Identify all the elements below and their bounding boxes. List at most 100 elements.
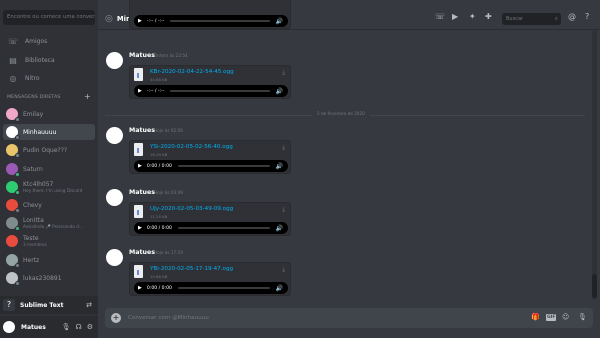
dm-avatar [6, 199, 20, 213]
author-avatar[interactable] [106, 127, 123, 144]
volume-icon[interactable]: 🔊 [276, 18, 283, 25]
audio-player: ▶ 0:00 / 0:00 🔊 [134, 160, 288, 172]
play-icon[interactable]: ▶ [138, 285, 142, 291]
help-icon[interactable]: ? [585, 12, 589, 21]
at-mention-icon: ◎ [105, 13, 113, 24]
video-call-icon[interactable]: ▶ [452, 12, 458, 21]
settings-gear-icon[interactable]: ⚙ [87, 323, 93, 331]
gif-button[interactable]: GIF [546, 314, 557, 321]
playback-track[interactable] [170, 90, 270, 92]
dm-item[interactable]: Teste 3 membros [3, 233, 95, 249]
add-dm-icon[interactable]: + [84, 92, 91, 101]
upload-plus-icon[interactable]: + [111, 313, 121, 323]
dm-item[interactable]: Ktc4lh057 Hey there, I'm using Discord [3, 179, 95, 195]
status-dot-icon [15, 190, 20, 195]
nav-library[interactable]: ▤ Biblioteca [0, 52, 98, 68]
nav-friends[interactable]: ☏ Amigos [0, 33, 98, 49]
dm-avatar [6, 272, 20, 286]
attachment-filename[interactable]: UJy-2020-02-05-03-49-09.ogg [150, 206, 233, 212]
voice-call-icon[interactable]: ☏ [435, 12, 445, 21]
dm-item[interactable]: Emilay [3, 106, 95, 122]
dm-item[interactable]: Saturn [3, 161, 95, 177]
message-timestamp: Hoje às 03:49 [154, 190, 183, 195]
microphone-icon[interactable]: 🎙 [578, 313, 587, 321]
messages-scrollbar[interactable] [592, 30, 597, 300]
nav-nitro-label: Nitro [25, 74, 40, 82]
find-conversation-search[interactable]: Encontre ou comece uma conversa [3, 10, 95, 25]
message-author[interactable]: Matues [129, 127, 155, 134]
attachment-filename[interactable]: YBi-2020-02-05-17-19-47.ogg [150, 266, 233, 272]
author-avatar[interactable] [106, 249, 123, 266]
status-dot-icon [15, 281, 20, 286]
dm-name: lukas230891 [23, 274, 62, 282]
attachment-size: 44.68 KB [150, 77, 168, 82]
dm-avatar [6, 126, 20, 140]
gift-icon[interactable]: 🎁 [531, 313, 540, 321]
dm-name: Ktc4lh057 [23, 181, 54, 188]
volume-icon[interactable]: 🔊 [276, 225, 283, 232]
attachment-size: 11.25 KB [150, 214, 168, 219]
dm-item[interactable]: Minhauuuu [3, 124, 95, 140]
status-dot-icon [15, 208, 20, 213]
dm-item[interactable]: lukas230891 [3, 270, 95, 286]
attachment-filename[interactable]: YSi-2020-02-05-02-56-40.ogg [150, 144, 233, 150]
emoji-icon[interactable]: ☺ [562, 313, 569, 321]
audio-attachment: YSi-2020-02-05-02-56-40.ogg 16.19 KB ⤓ ▶ 0:0… [129, 140, 291, 174]
play-icon[interactable]: ▶ [138, 225, 142, 231]
dm-avatar [6, 217, 20, 231]
author-avatar[interactable] [106, 189, 123, 206]
microphone-icon[interactable]: 🎙 [62, 323, 71, 331]
dm-item[interactable]: Pudin Oque??? [3, 142, 95, 158]
message-timestamp: Ontem às 22:54 [154, 53, 188, 58]
dm-item[interactable]: Lonitta Assistindo 🎤 Precisando d... [3, 215, 95, 231]
scrollbar-thumb[interactable] [592, 274, 597, 298]
message-author[interactable]: Matues [129, 249, 155, 256]
download-icon[interactable]: ⤓ [282, 206, 285, 214]
audio-file-icon [134, 68, 143, 81]
user-name: Matues [21, 323, 46, 331]
playback-track[interactable] [177, 165, 270, 167]
play-icon[interactable]: ▶ [138, 88, 142, 94]
nav-nitro[interactable]: ◎ Nitro [0, 70, 98, 86]
dm-item[interactable]: Hertz [3, 252, 95, 268]
volume-icon[interactable]: 🔊 [276, 88, 283, 95]
status-dot-icon [15, 117, 20, 122]
headphones-icon[interactable]: ☊ [76, 323, 82, 331]
add-friend-icon[interactable]: ✚ [485, 12, 492, 21]
audio-attachment: YBi-2020-02-05-17-19-47.ogg 10.66 KB ⤓ ▶ 0:0… [129, 262, 291, 296]
volume-icon[interactable]: 🔊 [276, 163, 283, 170]
message-author[interactable]: Matues [129, 52, 155, 59]
download-icon[interactable]: ⤓ [282, 144, 285, 152]
message-author[interactable]: Matues [129, 189, 155, 196]
status-dot-icon [15, 172, 20, 177]
pinned-messages-icon[interactable]: ✦ [469, 12, 476, 21]
download-icon[interactable]: ⤓ [282, 266, 285, 274]
mentions-icon[interactable]: @ [568, 12, 576, 21]
message-input[interactable]: Conversar com @Minhauuuu [128, 308, 478, 328]
attachment-filename[interactable]: KBr-2020-02-04-22-54-45.ogg [150, 69, 234, 75]
player-time: -:-- / -:-- [146, 88, 165, 94]
activity-close-icon[interactable]: ⇄ [86, 301, 92, 309]
dm-avatar [6, 163, 20, 177]
play-icon[interactable]: ▶ [138, 163, 142, 169]
player-time: 0:00 / 0:00 [146, 163, 172, 169]
playback-track[interactable] [177, 287, 270, 289]
nav-friends-label: Amigos [25, 37, 48, 45]
download-icon[interactable]: ⤓ [282, 69, 285, 77]
playback-track[interactable] [170, 20, 270, 22]
friends-icon: ☏ [8, 36, 19, 46]
volume-icon[interactable]: 🔊 [276, 285, 283, 292]
status-dot-icon [15, 263, 20, 268]
audio-file-icon [134, 143, 143, 156]
header-search-input[interactable]: Buscar ⌕ [502, 13, 561, 25]
author-avatar[interactable] [106, 52, 123, 69]
dm-subtext: 3 membros [23, 242, 47, 247]
dm-item[interactable]: Chevy [3, 197, 95, 213]
audio-file-icon [134, 205, 143, 218]
activity-panel: ? Sublime Text ⇄ [0, 296, 98, 314]
dm-subtext: Hey there, I'm using Discord [23, 188, 83, 193]
user-avatar[interactable] [3, 321, 15, 333]
audio-attachment: ▶ -:-- / -:-- 🔊 [129, 0, 291, 29]
play-icon[interactable]: ▶ [138, 18, 142, 24]
playback-track[interactable] [177, 227, 270, 229]
